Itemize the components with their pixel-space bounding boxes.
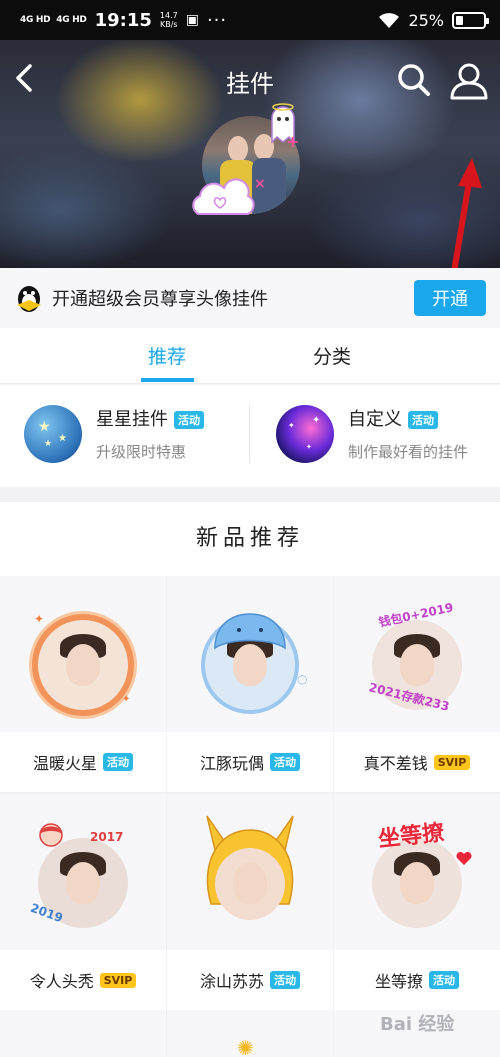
pendant-label: 江豚玩偶 活动 [167, 732, 333, 792]
avatar-with-pendant [38, 620, 128, 710]
pendant-thumbnail: ○ [167, 576, 333, 732]
vip-promo-text: 开通超级会员尊享头像挂件 [52, 289, 268, 310]
pendant-thumbnail: 2017 2019 [0, 794, 166, 950]
star-pendant-thumbnail: ★ ★ ★ [24, 405, 82, 463]
year-top-text: 2017 [90, 830, 124, 844]
cloud-sticker-icon [192, 178, 255, 215]
network-speed-value: 14.7 [159, 11, 178, 20]
waiting-text: 坐等撩 [377, 820, 446, 853]
pendant-thumbnail [167, 794, 333, 950]
more-notifications-icon: ··· [206, 9, 228, 31]
pendant-name: 令人头秃 [29, 972, 94, 991]
new-products-heading: 新品推荐 [0, 502, 500, 576]
pendant-name: 真不差钱 [363, 754, 428, 773]
custom-pendant-thumbnail: ✦ ✦ ✦ [276, 405, 334, 463]
pendant-label: 坐等撩 活动 [334, 950, 500, 1010]
tab-recommend[interactable]: 推荐 [148, 342, 186, 369]
pendant-thumbnail: 坐等撩 [334, 794, 500, 950]
pendant-item-partial[interactable] [0, 1010, 166, 1057]
svip-badge: SVIP [99, 972, 137, 988]
network-speed-unit: KB/s [159, 20, 178, 29]
activity-tag: 活动 [103, 753, 133, 771]
pendant-item-partial[interactable]: ✺ [167, 1010, 333, 1057]
search-button[interactable] [394, 60, 434, 100]
pendant-item-bald[interactable]: 2017 2019 令人头秃 SVIP [0, 794, 166, 1010]
pendant-name: 涂山苏苏 [199, 972, 264, 991]
wifi-icon [379, 13, 400, 28]
activity-tag: 活动 [174, 411, 204, 429]
search-icon [398, 64, 430, 96]
pendant-item-warm-mars[interactable]: ✦ ✦ 温暖火星 活动 [0, 576, 166, 792]
vip-promo-bar: 开通超级会员尊享头像挂件 开通 [0, 268, 500, 328]
status-bar: 4G HD 4G HD 19:15 14.7 KB/s ▣ ··· 25% [0, 0, 500, 40]
network-indicator-1: 4G HD [20, 14, 51, 25]
battery-icon [452, 11, 489, 29]
network-speed: 14.7 KB/s [160, 11, 178, 29]
activity-tag: 活动 [429, 971, 459, 989]
plus-sticker-icon: + [286, 132, 300, 151]
activity-title: 自定义 活动 [348, 405, 438, 431]
my-profile-button[interactable] [448, 60, 490, 102]
pendant-name: 坐等撩 [374, 972, 423, 991]
red-arrow-annotation [451, 158, 482, 268]
pendant-label: 温暖火星 活动 [0, 732, 166, 792]
pendant-label: 真不差钱 SVIP [334, 732, 500, 792]
activity-subtitle: 制作最好看的挂件 [348, 443, 469, 461]
baidu-watermark: Bai 经验 [380, 1014, 455, 1035]
activity-title: 星星挂件 活动 [96, 405, 204, 431]
active-tab-indicator [141, 378, 194, 382]
activity-title-text: 自定义 [348, 409, 402, 430]
pendant-label: 令人头秃 SVIP [0, 950, 166, 1010]
tab-category[interactable]: 分类 [313, 342, 351, 369]
sparkle-icon: ✦ [34, 612, 45, 626]
divider [249, 405, 250, 463]
battery-percent: 25% [408, 10, 444, 30]
tab-bar: 推荐 分类 [0, 328, 500, 384]
activity-tag: 活动 [270, 753, 300, 771]
pendant-thumbnail: 钱包0+2019 2021存款233 [334, 576, 500, 732]
status-right: 25% [378, 10, 489, 30]
cartoon-girl-icon [39, 823, 63, 847]
cross-sticker-icon: × [254, 176, 266, 192]
notification-icon: ▣ [185, 12, 199, 28]
clock: 19:15 [94, 9, 152, 31]
pendant-item-tushan-susu[interactable]: 涂山苏苏 活动 [167, 794, 333, 1010]
activity-tag: 活动 [270, 971, 300, 989]
activity-title-text: 星星挂件 [96, 409, 168, 430]
pendant-preview: + × [190, 102, 310, 226]
avatar-with-pendant [215, 848, 285, 920]
sparkle-icon: ✺ [237, 1036, 254, 1057]
bubble-icon: ○ [297, 672, 308, 686]
svip-badge: SVIP [433, 754, 471, 770]
pendant-item-porpoise[interactable]: ○ 江豚玩偶 活动 [167, 576, 333, 792]
network-indicator-2: 4G HD [56, 14, 87, 25]
pendant-thumbnail: ✦ ✦ [0, 576, 166, 732]
header-banner: 挂件 + × [0, 40, 500, 268]
pendant-grid: ✦ ✦ 温暖火星 活动 ○ 江豚玩偶 活动 钱包0+2019 2021存款233… [0, 576, 500, 1057]
porpoise-hat-icon [214, 613, 286, 650]
pendant-item-rich[interactable]: 钱包0+2019 2021存款233 真不差钱 SVIP [334, 576, 500, 792]
pendant-name: 江豚玩偶 [199, 754, 264, 773]
sparkle-icon: ✦ [122, 694, 131, 705]
activity-subtitle: 升级限时特惠 [96, 443, 187, 461]
activity-section: ★ ★ ★ 星星挂件 活动 升级限时特惠 ✦ ✦ ✦ 自定义 活动 制作最好看的挂件 [0, 385, 500, 487]
pendant-label: 涂山苏苏 活动 [167, 950, 333, 1010]
open-vip-button[interactable]: 开通 [414, 280, 486, 316]
qq-penguin-icon [17, 286, 41, 312]
pendant-name: 温暖火星 [32, 754, 97, 773]
user-icon [450, 63, 488, 100]
activity-tag: 活动 [408, 411, 438, 429]
battery-level [456, 15, 463, 25]
heart-icon [456, 852, 472, 865]
pendant-item-waiting[interactable]: 坐等撩 坐等撩 活动 [334, 794, 500, 1010]
